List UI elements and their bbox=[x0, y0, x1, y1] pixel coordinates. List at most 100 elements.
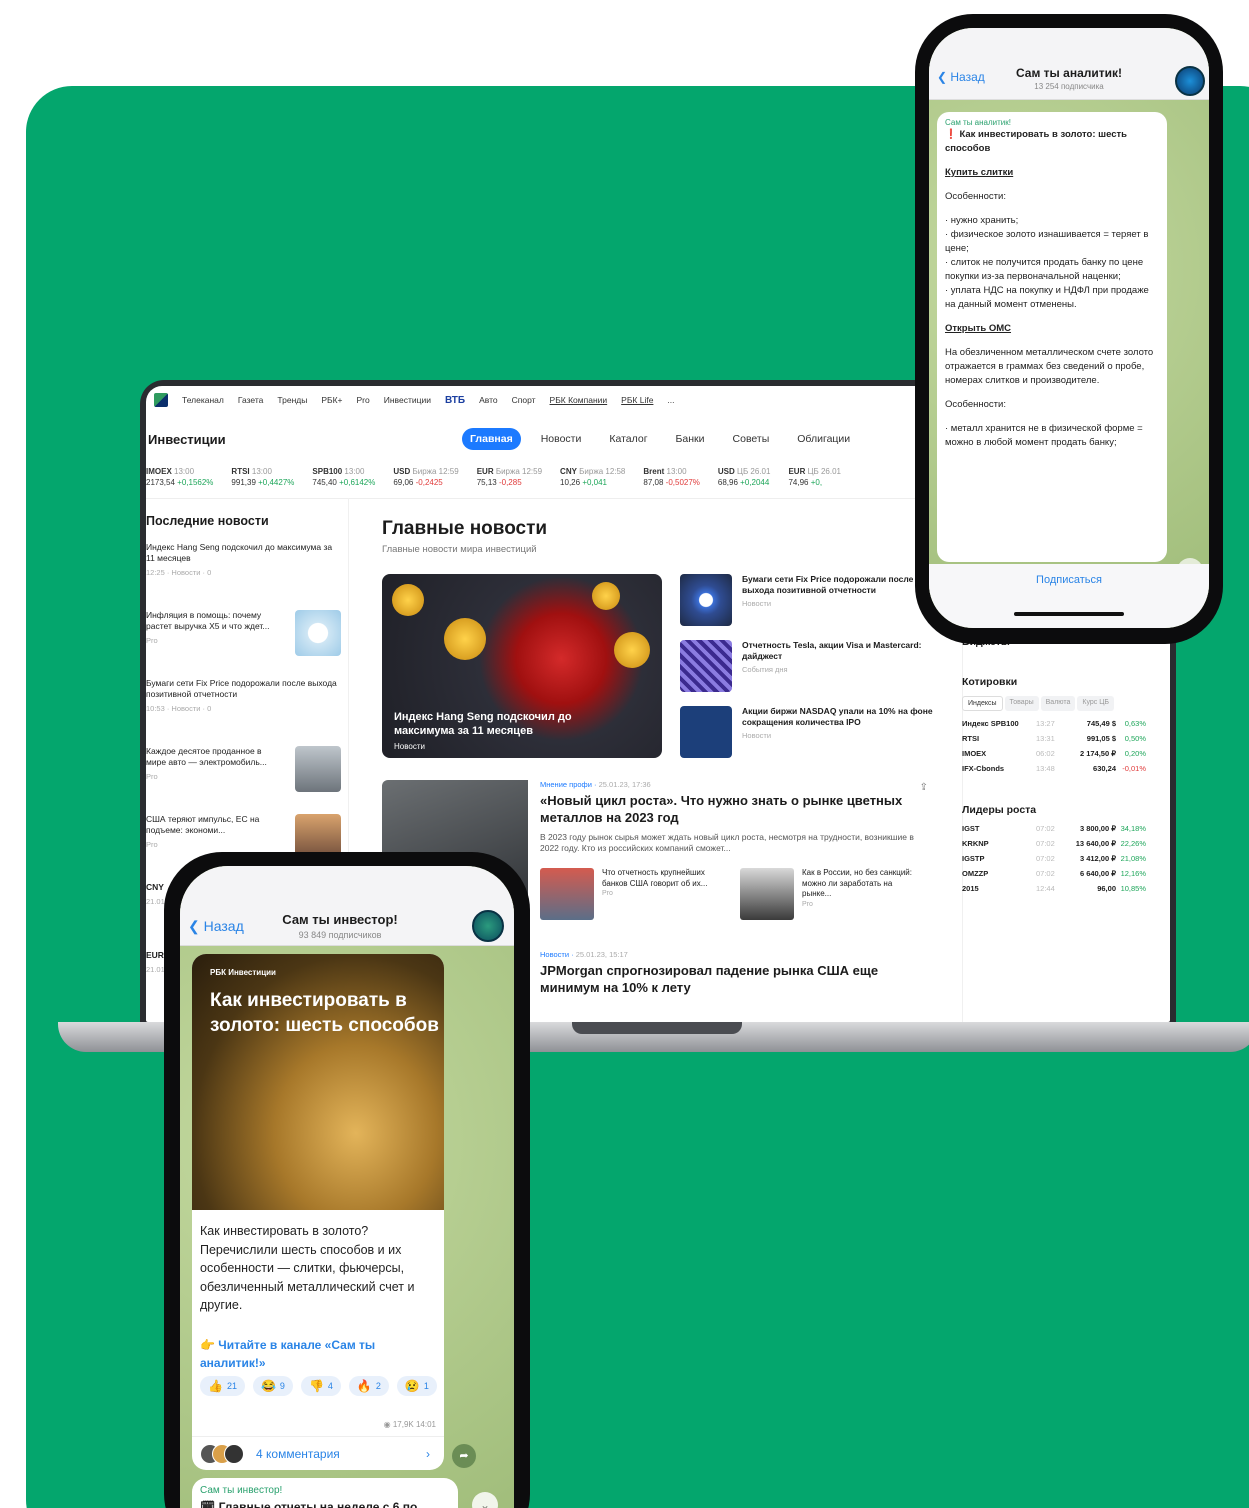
hero-tag: Новости bbox=[394, 742, 425, 751]
back-button[interactable]: ❮ Назад bbox=[937, 70, 985, 84]
table-row[interactable]: 2015 12:44 96,00 10,85% bbox=[962, 884, 1170, 894]
home-indicator bbox=[1014, 612, 1124, 616]
hero-caption: Индекс Hang Seng подскочил до максимума … bbox=[394, 711, 572, 737]
car-thumbnail bbox=[295, 746, 341, 792]
table-row[interactable]: KRKNP 07:02 13 640,00 ₽22,26% bbox=[962, 839, 1170, 849]
avatar bbox=[224, 1443, 244, 1464]
article-title[interactable]: «Новый цикл роста». Что нужно знать о ры… bbox=[540, 792, 920, 826]
side-news: Бумаги сети Fix Price подорожали после в… bbox=[680, 574, 938, 772]
leaders-title: Лидеры роста bbox=[962, 804, 1037, 816]
ticker-item[interactable]: EUR Биржа 12:59 75,13 -0,285 bbox=[477, 466, 542, 492]
reaction-sad[interactable]: 😢 1 bbox=[396, 1376, 437, 1396]
list-item[interactable]: Инфляция в помощь: почему растет выручка… bbox=[146, 610, 341, 666]
list-item[interactable]: Каждое десятое проданное в мире авто — э… bbox=[146, 746, 341, 802]
rbc-logo-icon[interactable] bbox=[154, 393, 168, 407]
nav-pro[interactable]: Pro bbox=[357, 395, 370, 405]
post-link[interactable]: 👉 Читайте в канале «Сам ты аналитик!» bbox=[200, 1336, 430, 1372]
coin-icon bbox=[614, 632, 650, 668]
tab-indices[interactable]: Индексы bbox=[962, 696, 1003, 711]
nav-investments[interactable]: Инвестиции bbox=[384, 395, 431, 405]
tab-banks[interactable]: Банки bbox=[668, 428, 713, 450]
coin-icon bbox=[592, 582, 620, 610]
list-item[interactable]: Бумаги сети Fix Price подорожали после в… bbox=[680, 574, 938, 634]
nav-life[interactable]: РБК Life bbox=[621, 395, 653, 405]
chevron-right-icon: › bbox=[426, 1446, 430, 1461]
features-label: Особенности: bbox=[945, 191, 1006, 202]
tab-news[interactable]: Новости bbox=[533, 428, 590, 450]
ticker-item[interactable]: CNY Биржа 12:58 10,26 +0,041 bbox=[560, 466, 625, 492]
ticker-item[interactable]: RTSI 13:00 991,39 +0,4427% bbox=[231, 466, 294, 492]
vtb-logo: ВТБ bbox=[444, 394, 466, 406]
channel-title[interactable]: Сам ты инвестор! bbox=[270, 912, 410, 927]
back-button[interactable]: ❮ Назад bbox=[188, 918, 244, 935]
phone-investor-channel: ❮ Назад Сам ты инвестор! 93 849 подписчи… bbox=[164, 852, 530, 1508]
ticker-item[interactable]: IMOEX 13:00 2173,54 +0,1562% bbox=[146, 466, 213, 492]
table-row[interactable]: OMZZP 07:02 6 640,00 ₽12,16% bbox=[962, 869, 1170, 879]
message-source[interactable]: Сам ты аналитик! bbox=[945, 118, 1159, 128]
nav-tv[interactable]: Телеканал bbox=[182, 395, 224, 405]
channel-avatar[interactable] bbox=[472, 910, 504, 942]
oms-description: На обезличенном металлическом счете золо… bbox=[945, 347, 1154, 386]
channel-title[interactable]: Сам ты аналитик! bbox=[999, 66, 1139, 80]
hero-news-card[interactable]: Индекс Hang Seng подскочил до максимума … bbox=[382, 574, 662, 758]
channel-post: Сам ты инвестор! 🗓 Главные отчеты на нед… bbox=[192, 1478, 458, 1508]
digest-thumbnail bbox=[680, 640, 732, 692]
list-item[interactable]: Отчетность Tesla, акции Visa и Mastercar… bbox=[680, 640, 938, 700]
nav-rbc-plus[interactable]: РБК+ bbox=[321, 395, 342, 405]
table-row[interactable]: IFX-Cbonds 13:48 630,24 -0,01% bbox=[962, 764, 1170, 774]
coin-icon bbox=[392, 584, 424, 616]
table-row[interactable]: RTSI 13:31 991,05 $0,50% bbox=[962, 734, 1170, 744]
ticker-item[interactable]: EUR ЦБ 26.01 74,96 +0, bbox=[788, 466, 841, 492]
ticker-item[interactable]: SPB100 13:00 745,40 +0,6142% bbox=[312, 466, 375, 492]
mini-thumbnail bbox=[540, 868, 594, 920]
list-item[interactable]: Индекс Hang Seng подскочил до максимума … bbox=[146, 542, 341, 598]
comments-button[interactable]: 4 комментария › bbox=[192, 1436, 444, 1470]
phone-screen: ❮ Назад Сам ты инвестор! 93 849 подписчи… bbox=[180, 866, 514, 1508]
list-item[interactable]: Бумаги сети Fix Price подорожали после в… bbox=[146, 678, 341, 734]
reaction-thumbs-up[interactable]: 👍 21 bbox=[200, 1376, 245, 1396]
ticker-item[interactable]: USD Биржа 12:59 69,06 -0,2425 bbox=[393, 466, 458, 492]
table-row[interactable]: IGSTP 07:02 3 412,00 ₽21,08% bbox=[962, 854, 1170, 864]
article-kicker: Новости · 25.01.23, 15:17 bbox=[540, 950, 628, 959]
post-views: ◉ 17,9K 14:01 bbox=[383, 1420, 436, 1429]
link-buy-bars[interactable]: Купить слитки bbox=[945, 166, 1159, 180]
table-row[interactable]: Индекс SPB100 13:27 745,49 $0,63% bbox=[962, 719, 1170, 729]
channel-avatar[interactable] bbox=[1175, 66, 1205, 96]
tab-commodities[interactable]: Товары bbox=[1004, 696, 1039, 711]
tab-catalog[interactable]: Каталог bbox=[601, 428, 655, 450]
section-title[interactable]: Инвестиции bbox=[148, 432, 226, 447]
nav-companies[interactable]: РБК Компании bbox=[550, 395, 608, 405]
table-row[interactable]: IMOEX 06:02 2 174,50 ₽0,20% bbox=[962, 749, 1170, 759]
post-title: Как инвестировать в золото: шесть способ… bbox=[210, 990, 439, 1036]
message-source[interactable]: Сам ты инвестор! bbox=[200, 1483, 450, 1499]
tab-bonds[interactable]: Облигации bbox=[789, 428, 858, 450]
tab-currency[interactable]: Валюта bbox=[1040, 696, 1076, 711]
nav-more[interactable]: ... bbox=[667, 395, 674, 405]
share-icon[interactable]: ⇪ bbox=[920, 782, 928, 793]
nav-trends[interactable]: Тренды bbox=[277, 395, 307, 405]
tab-main[interactable]: Главная bbox=[462, 428, 521, 450]
list-item[interactable]: Акции биржи NASDAQ упали на 10% на фоне … bbox=[680, 706, 938, 766]
article-title[interactable]: JPMorgan спрогнозировал падение рынка СШ… bbox=[540, 962, 920, 996]
channel-post: РБК Инвестиции Как инвестировать в золот… bbox=[192, 954, 444, 1470]
nav-auto[interactable]: Авто bbox=[479, 395, 498, 405]
nav-newspaper[interactable]: Газета bbox=[238, 395, 264, 405]
share-icon[interactable]: ➦ bbox=[452, 1444, 476, 1468]
quotes-title: Котировки bbox=[962, 676, 1018, 688]
list-item[interactable]: Как в России, но без санкций: можно ли з… bbox=[740, 868, 920, 920]
subscribe-button[interactable]: Подписаться bbox=[929, 564, 1209, 628]
ticker-item[interactable]: USD ЦБ 26.01 68,96 +0,2044 bbox=[718, 466, 771, 492]
article[interactable]: Новости · 25.01.23, 15:17 JPMorgan спрог… bbox=[540, 950, 920, 996]
tab-cb-rate[interactable]: Курс ЦБ bbox=[1077, 696, 1115, 711]
reaction-fire[interactable]: 🔥 2 bbox=[348, 1376, 389, 1396]
reaction-thumbs-down[interactable]: 👎 4 bbox=[300, 1376, 341, 1396]
list-item[interactable]: Что отчетность крупнейших банков США гов… bbox=[540, 868, 720, 920]
link-open-oms[interactable]: Открыть ОМС bbox=[945, 322, 1159, 336]
nav-sport[interactable]: Спорт bbox=[512, 395, 536, 405]
features-label: Особенности: bbox=[945, 399, 1006, 410]
composition: Телеканал Газета Тренды РБК+ Pro Инвести… bbox=[0, 0, 1249, 1508]
tab-tips[interactable]: Советы bbox=[725, 428, 778, 450]
reaction-laugh[interactable]: 😂 9 bbox=[252, 1376, 293, 1396]
ticker-item[interactable]: Brent 13:00 87,08 -0,5027% bbox=[643, 466, 700, 492]
table-row[interactable]: IGST 07:02 3 800,00 ₽34,18% bbox=[962, 824, 1170, 834]
